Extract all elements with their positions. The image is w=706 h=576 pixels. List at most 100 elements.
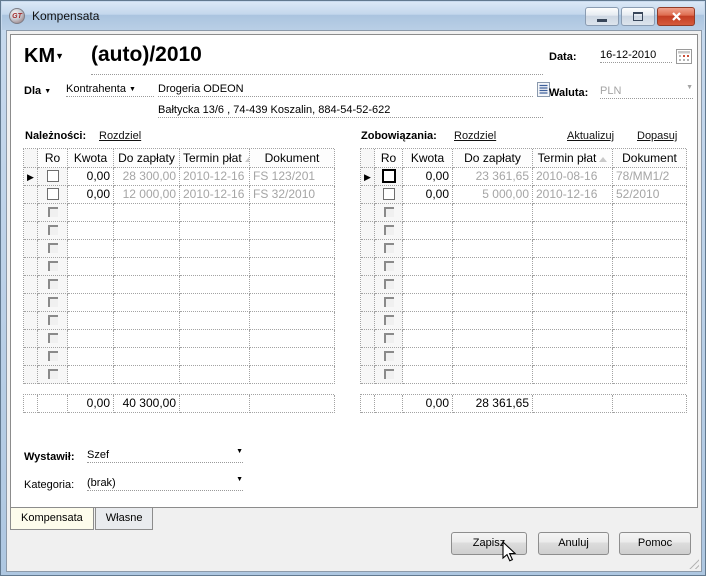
cell-ro[interactable] xyxy=(375,294,403,312)
cell-kwota[interactable]: 0,00 xyxy=(68,186,114,204)
column-header[interactable]: Termin płat xyxy=(180,149,250,168)
cell-ro[interactable] xyxy=(38,294,68,312)
liabilities-aktualizuj-link[interactable]: Aktualizuj xyxy=(567,130,614,142)
category-select[interactable]: (brak)▼ xyxy=(87,477,243,491)
row-selector[interactable] xyxy=(24,330,38,348)
cell-termin: 2010-12-16 xyxy=(180,186,250,204)
cell-termin xyxy=(180,240,250,258)
cell-ro[interactable] xyxy=(375,222,403,240)
cell-ro[interactable] xyxy=(375,186,403,204)
cell-ro[interactable] xyxy=(38,330,68,348)
row-selector[interactable] xyxy=(361,294,375,312)
row-selector-header[interactable] xyxy=(361,149,375,168)
cell-ro[interactable] xyxy=(375,330,403,348)
receivables-rozdziel-link[interactable]: Rozdziel xyxy=(99,130,141,142)
doc-number-field[interactable]: (auto)/2010 xyxy=(91,43,202,67)
cell-ro[interactable] xyxy=(38,204,68,222)
doc-type-button[interactable]: KM▼ xyxy=(24,45,64,68)
column-header[interactable]: Ro xyxy=(38,149,68,168)
cell-ro[interactable] xyxy=(38,186,68,204)
row-selector[interactable] xyxy=(361,330,375,348)
rozliczenie-checkbox[interactable] xyxy=(47,188,59,200)
column-header[interactable]: Do zapłaty xyxy=(114,149,180,168)
contractor-name-field[interactable]: Drogeria ODEON xyxy=(158,83,533,97)
cell-kwota[interactable]: 0,00 xyxy=(403,168,453,186)
cell-dokument xyxy=(613,294,687,312)
tab-kompensata[interactable]: Kompensata xyxy=(10,508,94,530)
date-field[interactable]: 16-12-2010 xyxy=(600,49,672,63)
contractor-address-field[interactable]: Bałtycka 13/6 , 74-439 Koszalin, 884-54-… xyxy=(158,104,543,118)
chevron-down-icon: ▼ xyxy=(236,448,243,455)
cell-ro[interactable] xyxy=(38,222,68,240)
row-selector[interactable] xyxy=(24,240,38,258)
column-header[interactable]: Dokument xyxy=(250,149,335,168)
liabilities-rozdziel-link[interactable]: Rozdziel xyxy=(454,130,496,142)
help-button[interactable]: Pomoc xyxy=(619,532,691,555)
cell-ro[interactable] xyxy=(375,366,403,384)
row-selector-header[interactable] xyxy=(24,149,38,168)
cell-kwota[interactable]: 0,00 xyxy=(403,186,453,204)
rozliczenie-checkbox[interactable] xyxy=(383,188,395,200)
minimize-button[interactable] xyxy=(585,7,619,26)
row-selector[interactable] xyxy=(361,222,375,240)
row-selector[interactable] xyxy=(24,348,38,366)
titlebar[interactable]: GT Kompensata xyxy=(2,2,704,30)
column-header[interactable]: Kwota xyxy=(68,149,114,168)
calendar-button[interactable] xyxy=(676,49,692,64)
rozliczenie-checkbox-placeholder xyxy=(384,297,394,307)
column-header[interactable]: Kwota xyxy=(403,149,453,168)
cell-ro[interactable] xyxy=(38,366,68,384)
row-selector[interactable] xyxy=(24,366,38,384)
liabilities-dopasuj-link[interactable]: Dopasuj xyxy=(637,130,677,142)
row-selector[interactable] xyxy=(24,258,38,276)
row-selector[interactable]: ▶ xyxy=(361,168,375,186)
doc-number-underline xyxy=(91,74,543,75)
cell-ro[interactable] xyxy=(375,258,403,276)
cell-ro[interactable] xyxy=(375,240,403,258)
column-header[interactable]: Dokument xyxy=(613,149,687,168)
cell-ro[interactable] xyxy=(375,276,403,294)
row-selector[interactable] xyxy=(24,222,38,240)
cell-ro[interactable] xyxy=(38,168,68,186)
cell-dokument xyxy=(613,312,687,330)
cancel-button[interactable]: Anuluj xyxy=(538,532,609,555)
row-selector[interactable] xyxy=(24,294,38,312)
for-button[interactable]: Dla ▼ xyxy=(24,85,51,97)
column-header[interactable]: Do zapłaty xyxy=(453,149,533,168)
cell-ro[interactable] xyxy=(38,276,68,294)
cell-kwota[interactable]: 0,00 xyxy=(68,168,114,186)
cell-ro[interactable] xyxy=(38,348,68,366)
row-selector[interactable]: ▶ xyxy=(24,168,38,186)
summary-cell xyxy=(180,395,250,413)
row-selector[interactable] xyxy=(361,240,375,258)
cell-ro[interactable] xyxy=(38,258,68,276)
rozliczenie-checkbox-placeholder xyxy=(384,315,394,325)
row-selector[interactable] xyxy=(361,312,375,330)
cell-ro[interactable] xyxy=(38,240,68,258)
cell-ro[interactable] xyxy=(375,204,403,222)
row-selector[interactable] xyxy=(361,366,375,384)
row-selector[interactable] xyxy=(361,186,375,204)
close-button[interactable] xyxy=(657,7,695,26)
tab-wlasne[interactable]: Własne xyxy=(95,508,154,530)
row-selector[interactable] xyxy=(24,312,38,330)
rozliczenie-checkbox[interactable] xyxy=(47,170,59,182)
row-selector[interactable] xyxy=(24,186,38,204)
row-selector[interactable] xyxy=(361,258,375,276)
cell-ro[interactable] xyxy=(38,312,68,330)
rozliczenie-checkbox[interactable] xyxy=(383,170,395,182)
maximize-button[interactable] xyxy=(621,7,655,26)
resize-grip[interactable] xyxy=(687,557,699,569)
column-header[interactable]: Ro xyxy=(375,149,403,168)
cell-ro[interactable] xyxy=(375,168,403,186)
row-selector[interactable] xyxy=(24,276,38,294)
cell-ro[interactable] xyxy=(375,312,403,330)
row-selector[interactable] xyxy=(24,204,38,222)
row-selector[interactable] xyxy=(361,276,375,294)
issuer-select[interactable]: Szef▼ xyxy=(87,449,243,463)
cell-ro[interactable] xyxy=(375,348,403,366)
row-selector[interactable] xyxy=(361,204,375,222)
row-selector[interactable] xyxy=(361,348,375,366)
contractor-type-button[interactable]: Kontrahenta ▼ xyxy=(66,83,154,97)
column-header[interactable]: Termin płat xyxy=(533,149,613,168)
